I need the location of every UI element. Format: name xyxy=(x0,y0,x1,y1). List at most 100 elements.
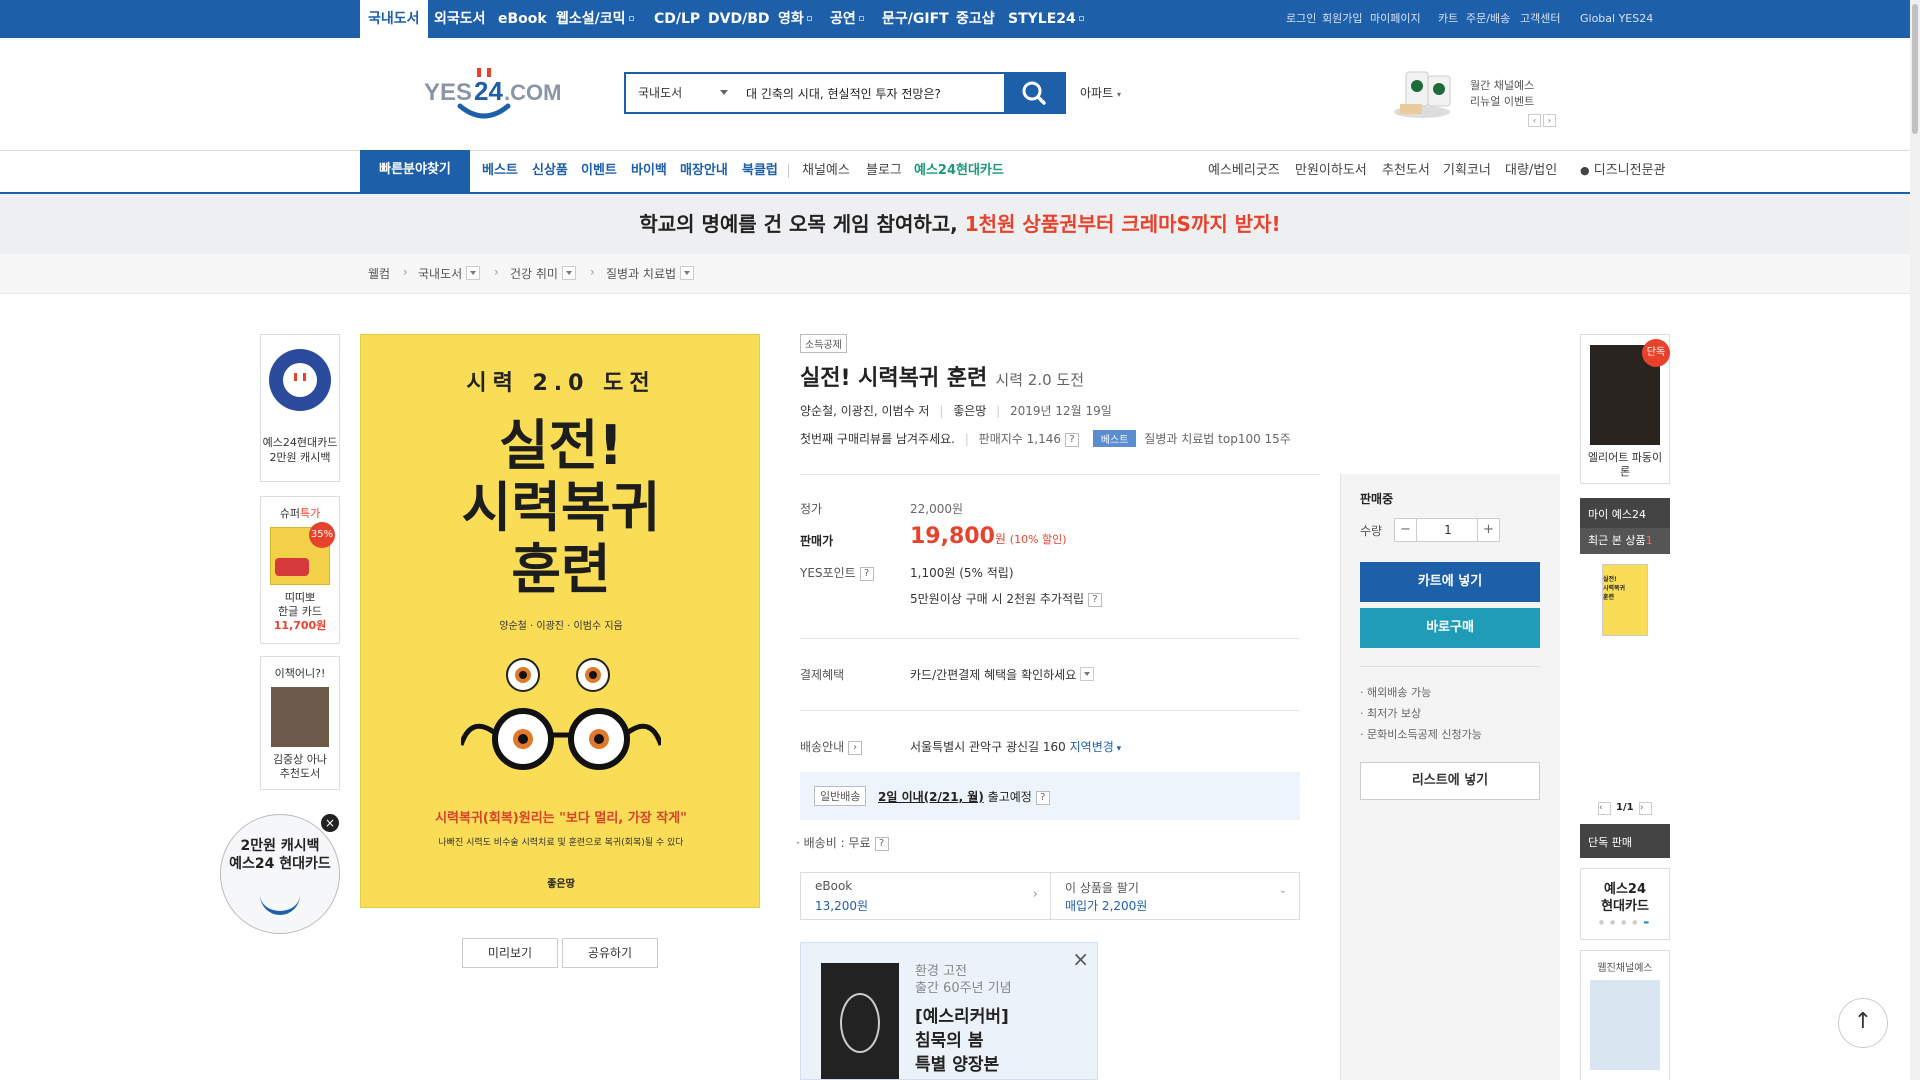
ebook-option[interactable]: eBook 13,200원 › xyxy=(801,873,1051,919)
chevron-down-icon[interactable] xyxy=(466,266,481,280)
help-icon[interactable]: ? xyxy=(874,837,889,851)
chevron-down-icon[interactable] xyxy=(1080,667,1095,681)
nav-planning[interactable]: 기획코너 xyxy=(1443,150,1491,192)
nav-best[interactable]: 베스트 xyxy=(482,150,518,192)
global-link[interactable]: Global YES24 xyxy=(1580,0,1653,38)
floating-card-ad[interactable]: 2만원 캐시백 예스24 현대카드 xyxy=(220,814,340,934)
nav-goods[interactable]: 예스베리굿즈 xyxy=(1208,150,1280,192)
product-authors[interactable]: 양순철, 이광진, 이범수 저 xyxy=(800,404,929,418)
region-change-link[interactable]: 지역변경 xyxy=(1070,740,1114,754)
scrollbar-thumb[interactable] xyxy=(1912,4,1918,134)
cat-domestic-books[interactable]: 국내도서 xyxy=(360,0,428,38)
cat-ebook[interactable]: eBook xyxy=(498,0,547,38)
minus-button[interactable]: − xyxy=(1395,519,1417,541)
customer-center-link[interactable]: 고객센터 xyxy=(1520,0,1560,38)
close-icon[interactable]: × xyxy=(321,814,339,832)
nav-under-10000[interactable]: 만원이하도서 xyxy=(1295,150,1367,192)
help-icon[interactable]: ? xyxy=(1088,593,1103,607)
promo-next-button[interactable]: › xyxy=(1543,114,1556,127)
cat-cdlp[interactable]: CD/LP xyxy=(654,0,700,38)
help-icon[interactable]: ? xyxy=(1065,433,1080,447)
crumb-disease[interactable]: 질병과 치료법 xyxy=(606,265,695,282)
sell-option[interactable]: 이 상품을 팔기 매입가 2,200원 ⌄ xyxy=(1051,873,1299,919)
plus-button[interactable]: + xyxy=(1477,519,1499,541)
buy-now-button[interactable]: 바로구매 xyxy=(1360,608,1540,648)
nav-blog[interactable]: 블로그 xyxy=(866,150,902,192)
coffee-promo-image[interactable] xyxy=(1392,62,1464,120)
crumb-domestic[interactable]: 국내도서 xyxy=(418,265,481,282)
cart-link[interactable]: 카트 xyxy=(1438,0,1458,38)
search-scope-select[interactable]: 국내도서 xyxy=(638,74,682,112)
cat-dvdbd[interactable]: DVD/BD xyxy=(708,0,769,38)
nav-bookclub[interactable]: 북클럽 xyxy=(742,150,778,192)
search-button[interactable] xyxy=(1004,72,1066,114)
exclusive-book-box[interactable]: 단독 엘리어트 파동이론 xyxy=(1580,334,1670,484)
recent-items-header[interactable]: 최근 본 상품1 xyxy=(1580,528,1670,554)
help-icon[interactable]: ? xyxy=(859,567,874,581)
nav-new[interactable]: 신상품 xyxy=(532,150,568,192)
super-deal-box[interactable]: 슈퍼특가 35% 띠띠뽀 한글 카드 11,700원 xyxy=(260,496,340,644)
my-yes24-label[interactable]: 마이 예스24 xyxy=(1588,506,1646,522)
crumb-health[interactable]: 건강 취미 xyxy=(510,265,576,282)
scrollbar[interactable] xyxy=(1910,0,1920,1080)
product-publisher[interactable]: 좋은땅 xyxy=(953,404,986,418)
cat-webnovel[interactable]: 웹소설/코믹 xyxy=(556,0,634,38)
cat-performance[interactable]: 공연 xyxy=(830,0,864,38)
share-button[interactable]: 공유하기 xyxy=(562,938,658,968)
nav-disney[interactable]: ● 디즈니전문관 xyxy=(1580,150,1666,192)
chevron-down-icon[interactable] xyxy=(720,90,728,95)
close-icon[interactable]: × xyxy=(1072,947,1089,971)
login-link[interactable]: 로그인 xyxy=(1286,0,1316,38)
point-extra-text: 5만원이상 구매 시 2천원 추가적립 xyxy=(910,592,1085,606)
recommend-book-box[interactable]: 이책어니?! 김중상 아나 추천도서 xyxy=(260,656,340,790)
payment-benefit[interactable]: 카드/간편결제 혜택을 확인하세요 xyxy=(910,666,1095,683)
glasses-eyes-icon xyxy=(461,658,661,770)
search-input[interactable] xyxy=(746,80,1006,106)
review-prompt[interactable]: 첫번째 구매리뷰를 남겨주세요. xyxy=(800,432,955,446)
best-rank[interactable]: 질병과 치료법 top100 15주 xyxy=(1144,432,1291,446)
hyundai-card-box[interactable]: 예스24 현대카드 ● ● ● ● ▬ xyxy=(1580,868,1670,940)
cat-foreign-books[interactable]: 외국도서 xyxy=(434,0,486,38)
sale-price-label: 판매가 xyxy=(800,534,834,548)
yes24-logo[interactable]: YES 24 .COM xyxy=(424,66,564,122)
order-link[interactable]: 주문/배송 xyxy=(1466,0,1510,38)
thumb-title3: 훈련 xyxy=(1603,594,1615,601)
chevron-down-icon[interactable] xyxy=(561,266,576,280)
recent-prev-button[interactable]: ‹ xyxy=(1598,802,1611,815)
recent-item-thumb[interactable]: 실전! 시력복귀 훈련 xyxy=(1602,564,1648,636)
chevron-right-icon[interactable]: › xyxy=(848,741,863,755)
crumb-home[interactable]: 웰컴 xyxy=(368,265,390,282)
cat-movie[interactable]: 영화 xyxy=(778,0,812,38)
signup-link[interactable]: 회원가입 xyxy=(1322,0,1362,38)
qty-input[interactable]: 1 xyxy=(1417,519,1479,541)
cat-used[interactable]: 중고샵 xyxy=(956,0,995,38)
nav-hyundai-card[interactable]: 예스24현대카드 xyxy=(914,150,1004,192)
nav-event[interactable]: 이벤트 xyxy=(581,150,617,192)
promo-prev-button[interactable]: ‹ xyxy=(1528,114,1541,127)
apart-dropdown[interactable]: 아파트 ▾ xyxy=(1080,84,1121,101)
exclusive-sale-label[interactable]: 단독 판매 xyxy=(1588,834,1632,850)
add-to-list-button[interactable]: 리스트에 넣기 xyxy=(1360,762,1540,800)
recover-ad[interactable]: 환경 고전 출간 60주년 기념 [예스리커버] 침묵의 봄 특별 양장본 × xyxy=(800,942,1098,1080)
mypage-link[interactable]: 마이페이지 xyxy=(1370,0,1421,38)
preview-button[interactable]: 미리보기 xyxy=(462,938,558,968)
channel-yes-box[interactable]: 웹진채널예스 xyxy=(1580,950,1670,1080)
scroll-top-button[interactable]: ↑ xyxy=(1838,998,1888,1048)
nav-store[interactable]: 매장안내 xyxy=(680,150,728,192)
card-cashback-box[interactable]: 예스24현대카드 2만원 캐시백 xyxy=(260,334,340,482)
quick-find-button[interactable]: 빠른분야찾기 xyxy=(360,150,470,194)
event-banner[interactable]: 학교의 명예를 건 오목 게임 참여하고, 1천원 상품권부터 크레마S까지 받… xyxy=(0,194,1920,254)
nav-bulk[interactable]: 대량/법인 xyxy=(1505,150,1557,192)
cat-style24[interactable]: STYLE24 xyxy=(1008,0,1084,38)
nav-buyback[interactable]: 바이백 xyxy=(631,150,667,192)
add-to-cart-button[interactable]: 카트에 넣기 xyxy=(1360,562,1540,602)
help-icon[interactable]: ? xyxy=(1035,791,1050,805)
promo-text[interactable]: 월간 채널예스 리뉴얼 이벤트 xyxy=(1470,78,1534,110)
nav-channelyes[interactable]: 채널예스 xyxy=(802,150,850,192)
logo-graphic: YES 24 .COM xyxy=(424,68,561,119)
chevron-down-icon[interactable] xyxy=(680,266,695,280)
recent-next-button[interactable]: › xyxy=(1639,802,1652,815)
nav-recommend[interactable]: 추천도서 xyxy=(1382,150,1430,192)
cat-gift[interactable]: 문구/GIFT xyxy=(882,0,949,38)
book-cover[interactable]: 시력 2.0 도전 실전! 시력복귀 훈련 양순철 · 이광진 · 이범수 지음… xyxy=(360,334,760,908)
